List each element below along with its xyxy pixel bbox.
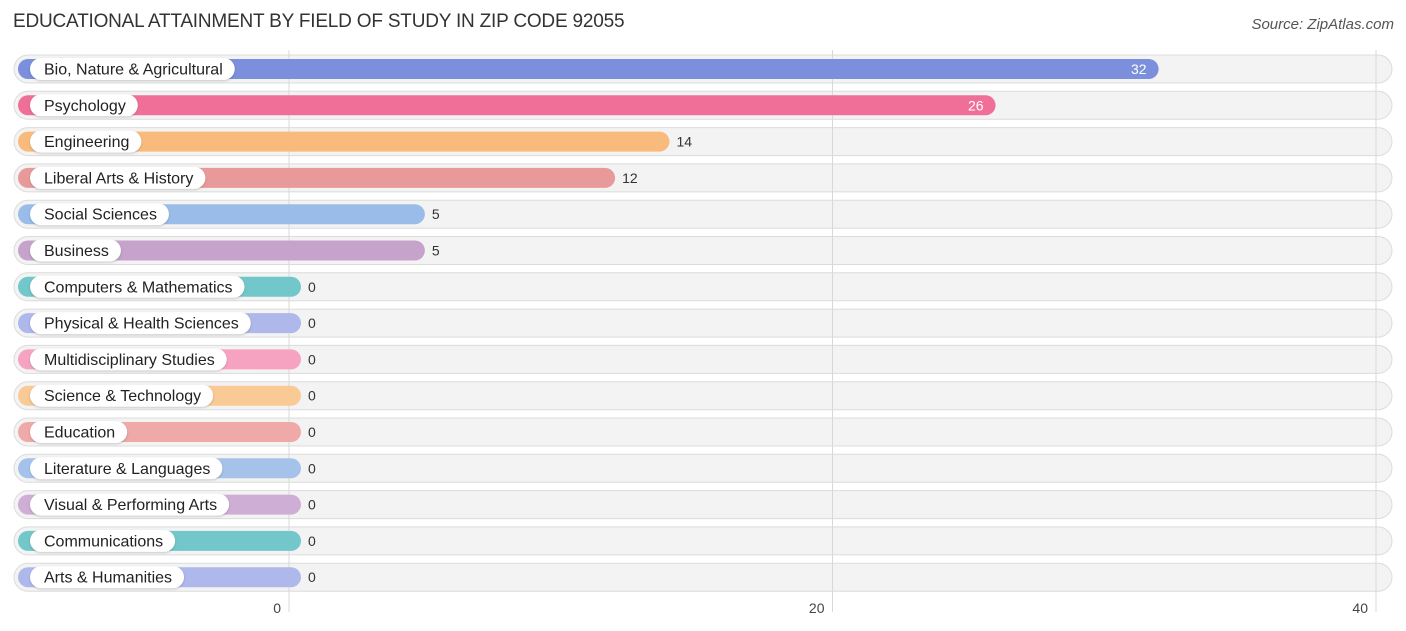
bar-group: Engineering 14 — [18, 130, 692, 153]
value-label: 26 — [968, 97, 984, 113]
bar-group: Arts & Humanities 0 — [18, 566, 316, 589]
category-label: Business — [44, 243, 109, 260]
category-label: Social Sciences — [44, 207, 157, 224]
value-label: 5 — [432, 243, 440, 259]
category-label: Education — [44, 425, 115, 442]
category-label: Communications — [44, 533, 163, 550]
x-tick-label: 20 — [809, 600, 825, 616]
bar-group: Literature & Languages 0 — [18, 457, 316, 480]
category-label: Psychology — [44, 98, 126, 115]
category-label: Engineering — [44, 134, 129, 151]
category-label: Computers & Mathematics — [44, 279, 233, 296]
bar-group: Physical & Health Sciences 0 — [18, 312, 316, 335]
category-label: Literature & Languages — [44, 461, 210, 478]
x-tick-label: 0 — [273, 600, 281, 616]
value-label: 0 — [308, 497, 316, 513]
value-label: 0 — [308, 315, 316, 331]
category-label: Visual & Performing Arts — [44, 497, 217, 514]
value-label: 0 — [308, 424, 316, 440]
category-label: Arts & Humanities — [44, 570, 172, 587]
bar-group: Psychology 26 — [18, 94, 996, 117]
bar-group: Science & Technology 0 — [18, 384, 316, 407]
value-label: 32 — [1131, 61, 1147, 77]
x-tick-label: 40 — [1352, 600, 1368, 616]
category-label: Multidisciplinary Studies — [44, 352, 215, 369]
value-label: 0 — [308, 351, 316, 367]
category-label: Science & Technology — [44, 388, 201, 405]
bar-group: Multidisciplinary Studies 0 — [18, 348, 316, 371]
value-label: 0 — [308, 279, 316, 295]
category-label: Liberal Arts & History — [44, 170, 193, 187]
bar-group: Education 0 — [18, 421, 316, 443]
value-label: 0 — [308, 569, 316, 585]
value-label: 0 — [308, 460, 316, 476]
value-label: 0 — [308, 533, 316, 549]
value-label: 5 — [432, 206, 440, 222]
bar-group: Visual & Performing Arts 0 — [18, 493, 316, 516]
category-label: Physical & Health Sciences — [44, 316, 239, 333]
bar-group: Communications 0 — [18, 529, 316, 552]
value-label: 14 — [676, 134, 692, 150]
category-label: Bio, Nature & Agricultural — [44, 62, 223, 79]
bar-group: Business 5 — [18, 239, 440, 262]
bar[interactable] — [18, 95, 996, 116]
bar-group: Bio, Nature & Agricultural 32 — [18, 58, 1159, 80]
bar-group: Liberal Arts & History 12 — [18, 166, 638, 189]
value-label: 12 — [622, 170, 638, 186]
bar-group: Social Sciences 5 — [18, 203, 440, 226]
value-label: 0 — [308, 388, 316, 404]
bar-chart: Bio, Nature & Agricultural 32 Psychology 26… — [13, 50, 1393, 616]
bar-group: Computers & Mathematics 0 — [18, 275, 316, 298]
